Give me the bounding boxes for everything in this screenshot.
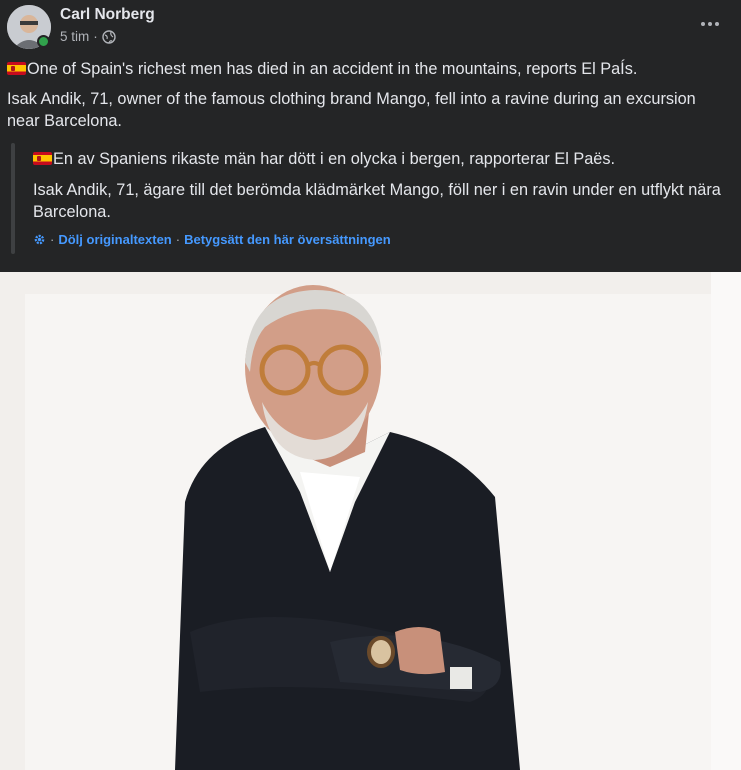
hide-original-link[interactable]: Dölj originaltexten [58,232,171,247]
rate-translation-link[interactable]: Betygsätt den här översättningen [184,232,391,247]
post-text-line-1: One of Spain's richest men has died in a… [7,58,637,80]
translation-quote-bar [11,143,15,254]
dot-separator: · [50,232,55,247]
swedish-line-2: Isak Andik, 71, ägare till det berömda k… [33,181,721,221]
more-horizontal-icon [701,22,705,26]
post-time[interactable]: 5 tim [60,29,89,44]
english-line-2: Isak Andik, 71, owner of the famous clot… [7,90,696,130]
translation-controls: · Dölj originaltexten · Betygsätt den hä… [33,232,391,247]
dot-separator: · [175,232,181,247]
post-meta: 5 tim · [60,29,116,44]
gear-icon[interactable] [33,233,46,246]
online-status-indicator [37,35,50,48]
author-name[interactable]: Carl Norberg [60,6,155,24]
post-header: Carl Norberg 5 tim · [0,0,741,60]
globe-icon[interactable] [102,29,116,44]
post-photo[interactable] [0,272,741,770]
translated-text-line-1: En av Spaniens rikaste män har dött i en… [33,148,615,170]
english-line-1: One of Spain's richest men has died in a… [27,60,638,78]
spain-flag-icon [7,62,26,75]
meta-separator: · [93,29,98,44]
more-options-button[interactable] [696,12,724,36]
swedish-line-1: En av Spaniens rikaste män har dött i en… [53,150,616,168]
spain-flag-icon [33,152,52,165]
